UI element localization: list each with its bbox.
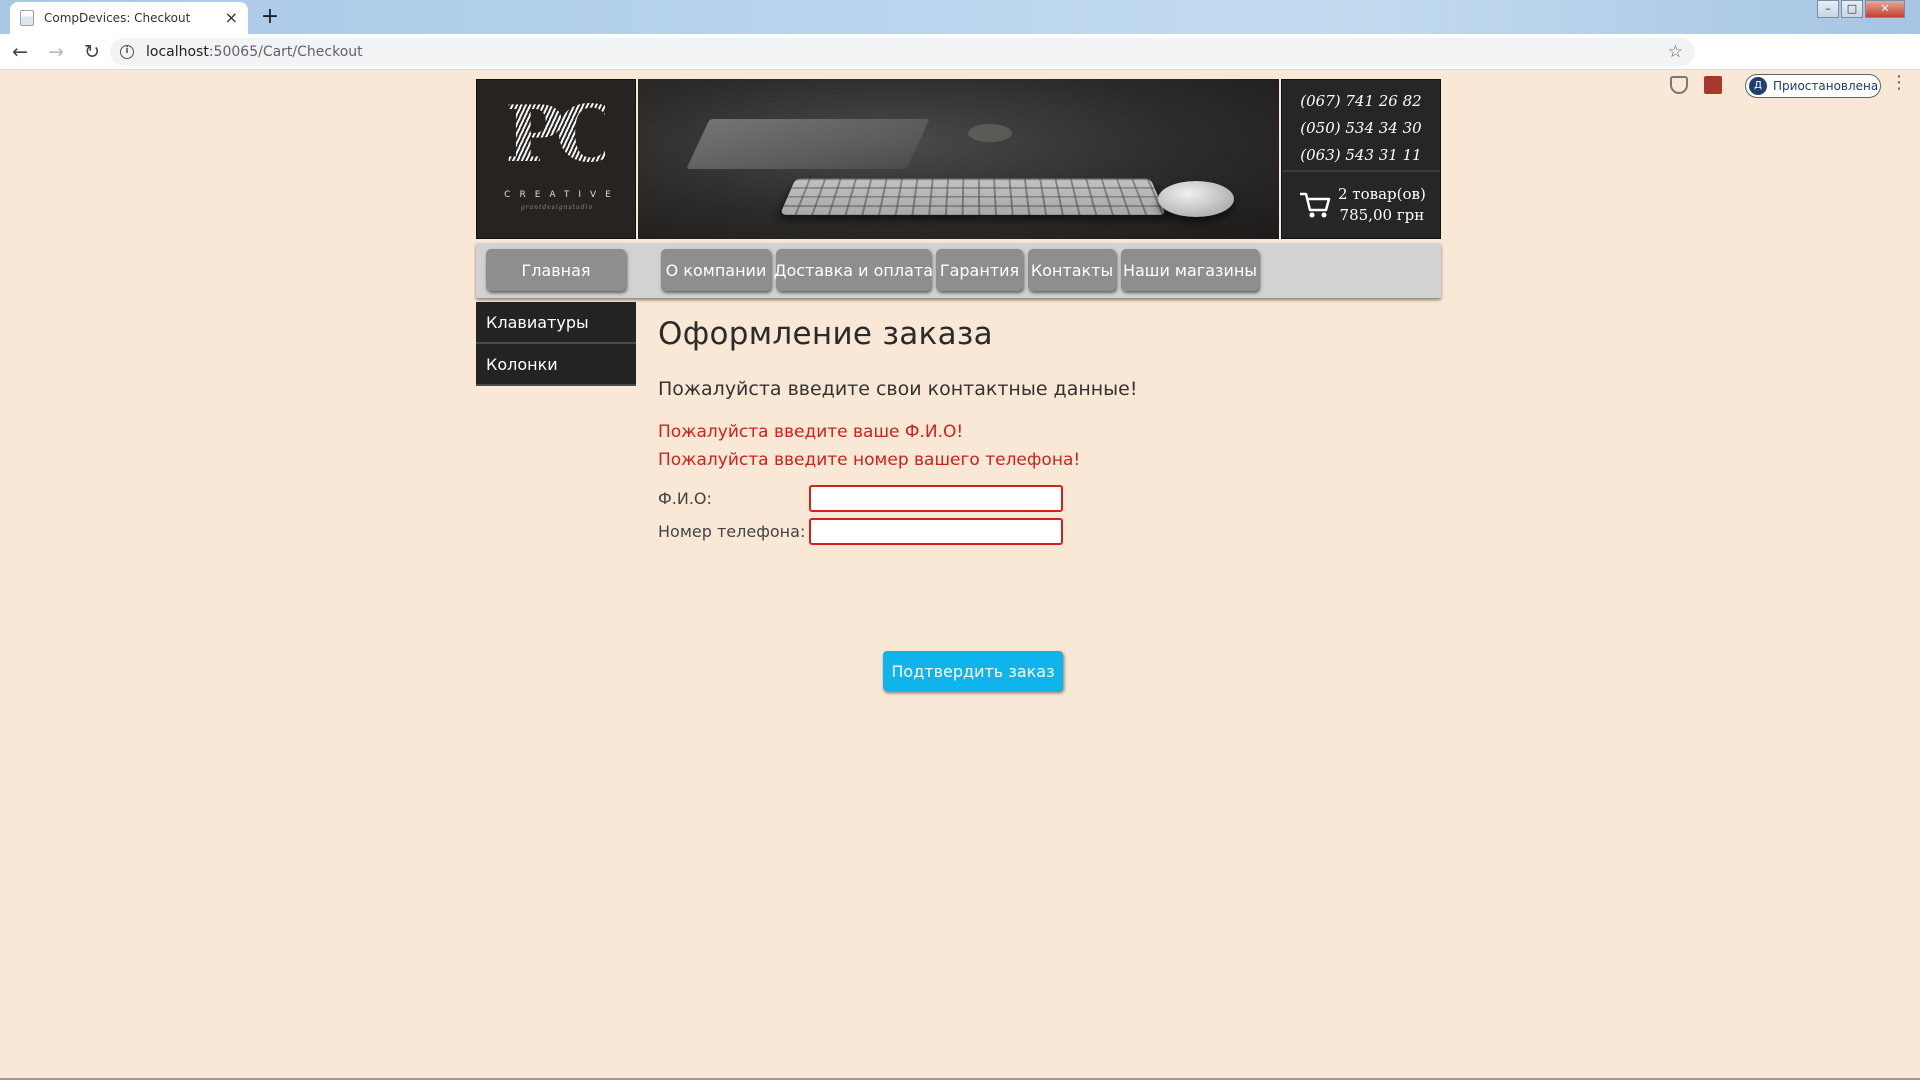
url-text: localhost:50065/Cart/Checkout xyxy=(146,44,363,60)
page-title: Оформление заказа xyxy=(658,316,993,352)
logo[interactable]: PC CREATIVE grantdesignstudio xyxy=(476,79,636,239)
error-message-phone: Пожалуйста введите номер вашего телефона… xyxy=(658,450,1081,470)
error-message-name: Пожалуйста введите ваше Ф.И.О! xyxy=(658,422,964,442)
new-tab-button[interactable]: + xyxy=(256,4,284,30)
browser-titlebar: CompDevices: Checkout × + – □ ✕ xyxy=(0,0,1920,34)
category-sidebar: Клавиатуры Колонки xyxy=(476,302,636,386)
sidebar-item-speakers[interactable]: Колонки xyxy=(476,344,636,386)
minimize-icon[interactable]: – xyxy=(1817,0,1839,18)
profile-button[interactable]: Д Приостановлена xyxy=(1745,74,1881,98)
nav-home[interactable]: Главная xyxy=(486,249,626,291)
forward-icon[interactable]: → xyxy=(40,36,72,68)
banner-keyboard-rows xyxy=(779,178,1167,215)
cart-icon xyxy=(1300,192,1331,218)
page-favicon-icon xyxy=(20,10,34,26)
reload-icon[interactable]: ↻ xyxy=(76,36,108,68)
phone-list: (067) 741 26 82 (050) 534 34 30 (063) 54… xyxy=(1282,80,1440,172)
header-banner-image xyxy=(638,79,1279,239)
cart-summary[interactable]: 2 товар(ов) 785,00 грн xyxy=(1282,172,1440,226)
star-icon[interactable]: ☆ xyxy=(1668,42,1683,62)
checkout-form: Ф.И.О: Номер телефона: xyxy=(658,482,1438,548)
contacts-panel: (067) 741 26 82 (050) 534 34 30 (063) 54… xyxy=(1281,79,1441,239)
form-row-phone: Номер телефона: xyxy=(658,515,1438,548)
phone-number: (050) 534 34 30 xyxy=(1300,119,1422,137)
banner-mouse xyxy=(1158,181,1234,217)
name-label: Ф.И.О: xyxy=(658,489,712,508)
site-header: PC CREATIVE grantdesignstudio (067) 741 … xyxy=(476,79,1441,239)
phone-label: Номер телефона: xyxy=(658,522,806,541)
window-controls: – □ ✕ xyxy=(1815,0,1905,18)
tab-title: CompDevices: Checkout xyxy=(44,11,191,25)
phone-field[interactable] xyxy=(809,518,1063,545)
phone-number: (067) 741 26 82 xyxy=(1300,92,1422,110)
name-field[interactable] xyxy=(809,485,1063,512)
banner-laptop xyxy=(686,119,930,169)
tab-close-icon[interactable]: × xyxy=(225,10,238,26)
info-icon[interactable]: i xyxy=(120,45,134,59)
phone-number: (063) 543 31 11 xyxy=(1300,146,1422,164)
window-close-icon[interactable]: ✕ xyxy=(1865,0,1905,18)
maximize-icon[interactable]: □ xyxy=(1841,0,1863,18)
profile-status: Приостановлена xyxy=(1773,79,1879,93)
url-host: localhost xyxy=(146,44,209,60)
nav-contacts[interactable]: Контакты xyxy=(1028,249,1116,291)
browser-tab[interactable]: CompDevices: Checkout × xyxy=(10,2,248,34)
nav-about[interactable]: О компании xyxy=(661,249,771,291)
address-bar[interactable]: i localhost:50065/Cart/Checkout ☆ xyxy=(110,38,1695,66)
sidebar-item-keyboards[interactable]: Клавиатуры xyxy=(476,302,636,344)
validation-summary: Пожалуйста введите ваше Ф.И.О! Пожалуйст… xyxy=(658,418,1438,474)
avatar: Д xyxy=(1749,77,1767,95)
nav-warranty[interactable]: Гарантия xyxy=(936,249,1023,291)
menu-icon[interactable]: ⋮ xyxy=(1890,74,1908,92)
instructions-text: Пожалуйста введите свои контактные данны… xyxy=(658,378,1138,400)
pdf-icon[interactable] xyxy=(1704,76,1722,94)
shield-icon[interactable] xyxy=(1670,76,1688,94)
nav-delivery[interactable]: Доставка и оплата xyxy=(774,249,933,291)
url-path: :50065/Cart/Checkout xyxy=(208,44,363,60)
logo-word: CREATIVE xyxy=(504,190,620,200)
browser-toolbar: ← → ↻ i localhost:50065/Cart/Checkout ☆ … xyxy=(0,34,1920,98)
nav-stores[interactable]: Наши магазины xyxy=(1121,249,1259,291)
logo-letters: PC xyxy=(505,89,618,180)
checkout-content: Оформление заказа Пожалуйста введите сво… xyxy=(658,316,1438,691)
main-nav: Главная О компании Доставка и оплата Гар… xyxy=(476,243,1441,298)
cart-total: 785,00 грн xyxy=(1339,206,1425,224)
form-row-name: Ф.И.О: xyxy=(658,482,1438,515)
cart-text: 2 товар(ов) 785,00 грн xyxy=(1338,184,1426,226)
cart-items: 2 товар(ов) xyxy=(1338,185,1426,203)
back-icon[interactable]: ← xyxy=(4,36,36,68)
banner-cup xyxy=(968,124,1012,142)
logo-tagline: grantdesignstudio xyxy=(520,204,594,211)
confirm-order-button[interactable]: Подтвердить заказ xyxy=(883,651,1063,691)
